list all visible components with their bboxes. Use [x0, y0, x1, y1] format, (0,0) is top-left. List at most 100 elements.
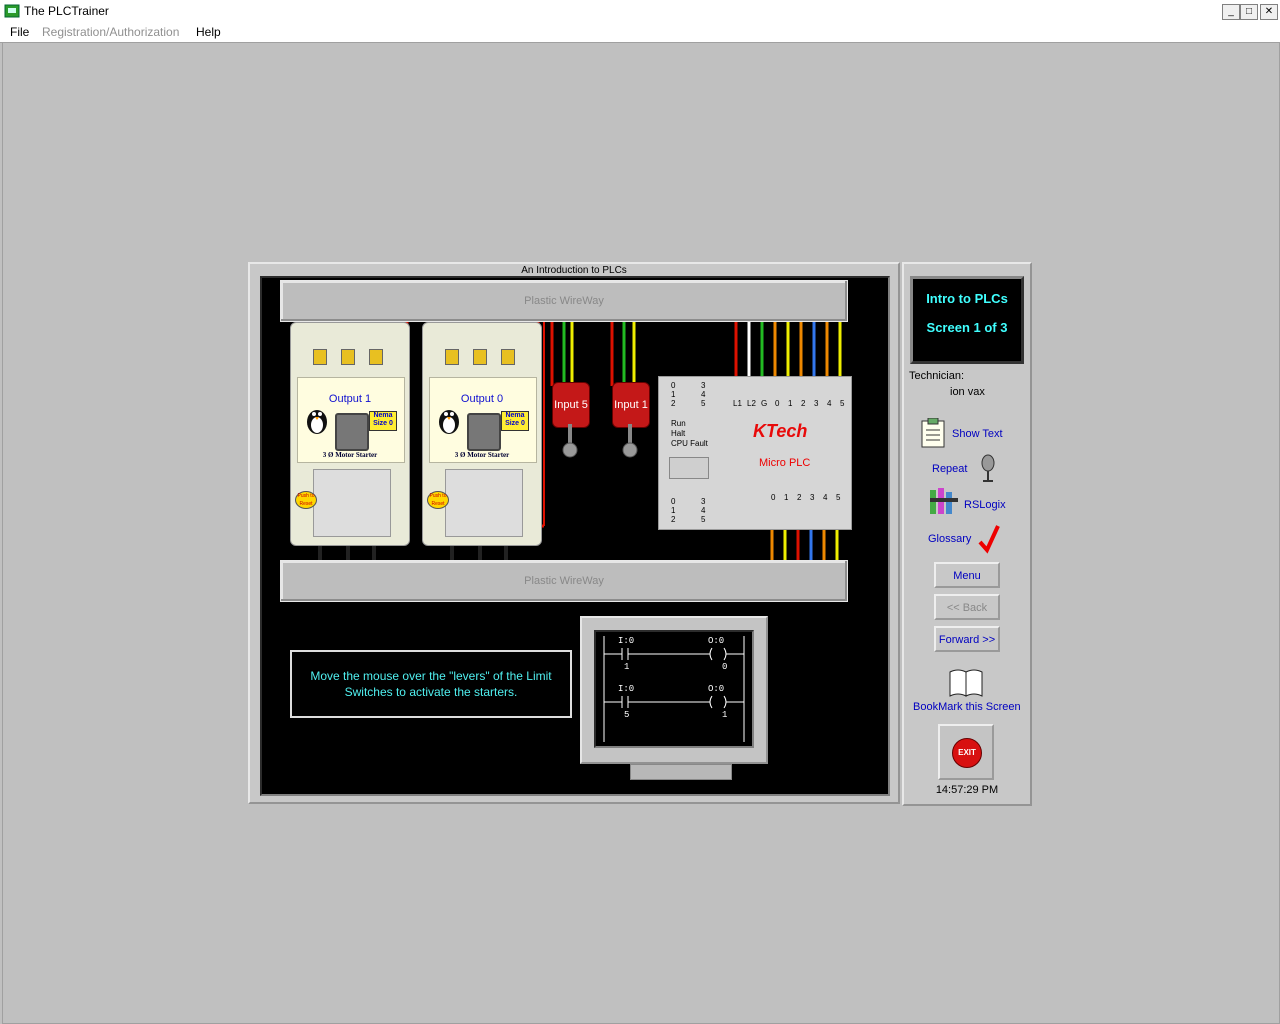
limit-switch-input-5: Input 5	[552, 382, 590, 428]
led-label: 5	[701, 515, 706, 524]
bookmark-link[interactable]: BookMark this Screen	[913, 701, 1021, 713]
exit-button[interactable]: EXIT	[938, 724, 994, 780]
led-label: 2	[671, 399, 676, 408]
instruction-box: Move the mouse over the "levers" of the …	[290, 650, 572, 718]
reset-button[interactable]: Push to Reset	[295, 491, 317, 509]
nema-badge: Nema Size 0	[501, 411, 529, 431]
glossary-link[interactable]: Glossary	[928, 533, 971, 545]
input-term-3: 3	[814, 399, 819, 408]
show-text-link[interactable]: Show Text	[952, 428, 1003, 440]
led-label: 4	[701, 390, 706, 399]
rung2-output-bit: 1	[722, 710, 728, 720]
led-label: 3	[701, 381, 706, 390]
overload-block	[313, 469, 391, 537]
back-button[interactable]: << Back	[934, 594, 1000, 620]
penguin-icon	[307, 410, 327, 434]
status-cpu-fault: CPU Fault	[671, 439, 708, 448]
rung2-input-bit: 5	[624, 710, 630, 720]
clipboard-icon[interactable]	[920, 418, 946, 448]
nema-badge: Nema Size 0	[369, 411, 397, 431]
contactor-core	[467, 413, 501, 451]
output-term-3: 3	[810, 493, 815, 502]
screen-indicator: Intro to PLCs Screen 1 of 3	[910, 276, 1024, 364]
input-term-0: 0	[775, 399, 780, 408]
app-icon	[4, 4, 20, 18]
input-term-1: 1	[788, 399, 793, 408]
contactor-core	[335, 413, 369, 451]
terminal	[501, 349, 515, 365]
checkmark-icon[interactable]	[978, 524, 1000, 554]
led-label: 1	[671, 390, 676, 399]
screen-counter: Screen 1 of 3	[926, 320, 1008, 335]
input-term-4: 4	[827, 399, 832, 408]
lesson-name: Intro to PLCs	[926, 291, 1008, 306]
micro-plc: 0 1 2 3 4 5 Run Halt CPU Fault 0 1 2 3 4…	[658, 376, 852, 530]
output-term-4: 4	[823, 493, 828, 502]
side-panel: Intro to PLCs Screen 1 of 3 Technician: …	[902, 262, 1032, 806]
rung1-output-address: O:0	[708, 636, 725, 646]
plc-model: Micro PLC	[759, 457, 811, 469]
window-title: The PLCTrainer	[24, 4, 109, 18]
technician-label: Technician:	[909, 370, 965, 382]
minimize-button[interactable]: _	[1222, 4, 1240, 20]
input-term-l2: L2	[747, 399, 756, 408]
motor-starter-output-0: Output 0 Nema Size 0 3 Ø Motor Starter P…	[422, 322, 542, 546]
led-label: 3	[701, 497, 706, 506]
clock: 14:57:29 PM	[935, 784, 999, 796]
terminal	[313, 349, 327, 365]
penguin-icon	[439, 410, 459, 434]
rung2-input-address: I:0	[618, 684, 635, 694]
led-label: 1	[671, 506, 676, 515]
input-term-g: G	[761, 399, 768, 408]
input-term-2: 2	[801, 399, 806, 408]
output-term-5: 5	[836, 493, 841, 502]
rslogix-link[interactable]: RSLogix	[964, 499, 1006, 511]
starter-caption: 3 Ø Motor Starter	[322, 451, 378, 459]
plc-port	[669, 457, 709, 479]
switch-lever-input-5[interactable]	[560, 424, 580, 458]
menu-file[interactable]: File	[10, 25, 29, 39]
rung2-output-address: O:0	[708, 684, 725, 694]
menu-button[interactable]: Menu	[934, 562, 1000, 588]
rung1-input-bit: 1	[624, 662, 630, 672]
menu-help[interactable]: Help	[196, 25, 221, 39]
terminal	[445, 349, 459, 365]
menu-registration[interactable]: Registration/Authorization	[42, 25, 179, 39]
led-label: 2	[671, 515, 676, 524]
ladder-monitor: I:0 1 O:0 0 I:0 5 O:0 1	[580, 616, 768, 764]
technician-name: ion vax	[950, 386, 985, 398]
status-run: Run	[671, 419, 686, 428]
microphone-icon[interactable]	[978, 454, 998, 484]
output-term-0: 0	[771, 493, 776, 502]
close-button[interactable]: ✕	[1260, 4, 1278, 20]
starter-label: Output 0	[460, 393, 504, 405]
forward-button[interactable]: Forward >>	[934, 626, 1000, 652]
starter-label: Output 1	[328, 393, 372, 405]
input-term-l1: L1	[733, 399, 742, 408]
limit-switch-input-1: Input 1	[612, 382, 650, 428]
switch-label: Input 5	[554, 399, 588, 411]
monitor-stand	[630, 764, 732, 780]
overload-block	[445, 469, 523, 537]
repeat-link[interactable]: Repeat	[932, 463, 967, 475]
title-bar: The PLCTrainer _ □ ✕	[0, 0, 1280, 23]
lesson-title: An Introduction to PLCs	[521, 265, 627, 276]
menu-bar: File Registration/Authorization Help	[0, 22, 1280, 43]
led-label: 0	[671, 497, 676, 506]
book-icon[interactable]	[948, 666, 984, 698]
plc-brand-logo: KTech	[753, 421, 808, 441]
maximize-button[interactable]: □	[1240, 4, 1258, 20]
terminal	[341, 349, 355, 365]
led-label: 4	[701, 506, 706, 515]
rslogix-icon[interactable]	[928, 486, 960, 518]
switch-label: Input 1	[614, 399, 648, 411]
terminal	[369, 349, 383, 365]
switch-lever-input-1[interactable]	[620, 424, 640, 458]
motor-starter-output-1: Output 1 Nema Size 0 3 Ø Motor Starter P…	[290, 322, 410, 546]
lesson-stage: Plastic WireWay Plastic WireWay Output 1…	[260, 276, 890, 796]
ladder-screen: I:0 1 O:0 0 I:0 5 O:0 1	[594, 630, 754, 748]
exit-label: EXIT	[952, 738, 982, 768]
starter-caption: 3 Ø Motor Starter	[454, 451, 510, 459]
terminal	[473, 349, 487, 365]
reset-button[interactable]: Push to Reset	[427, 491, 449, 509]
